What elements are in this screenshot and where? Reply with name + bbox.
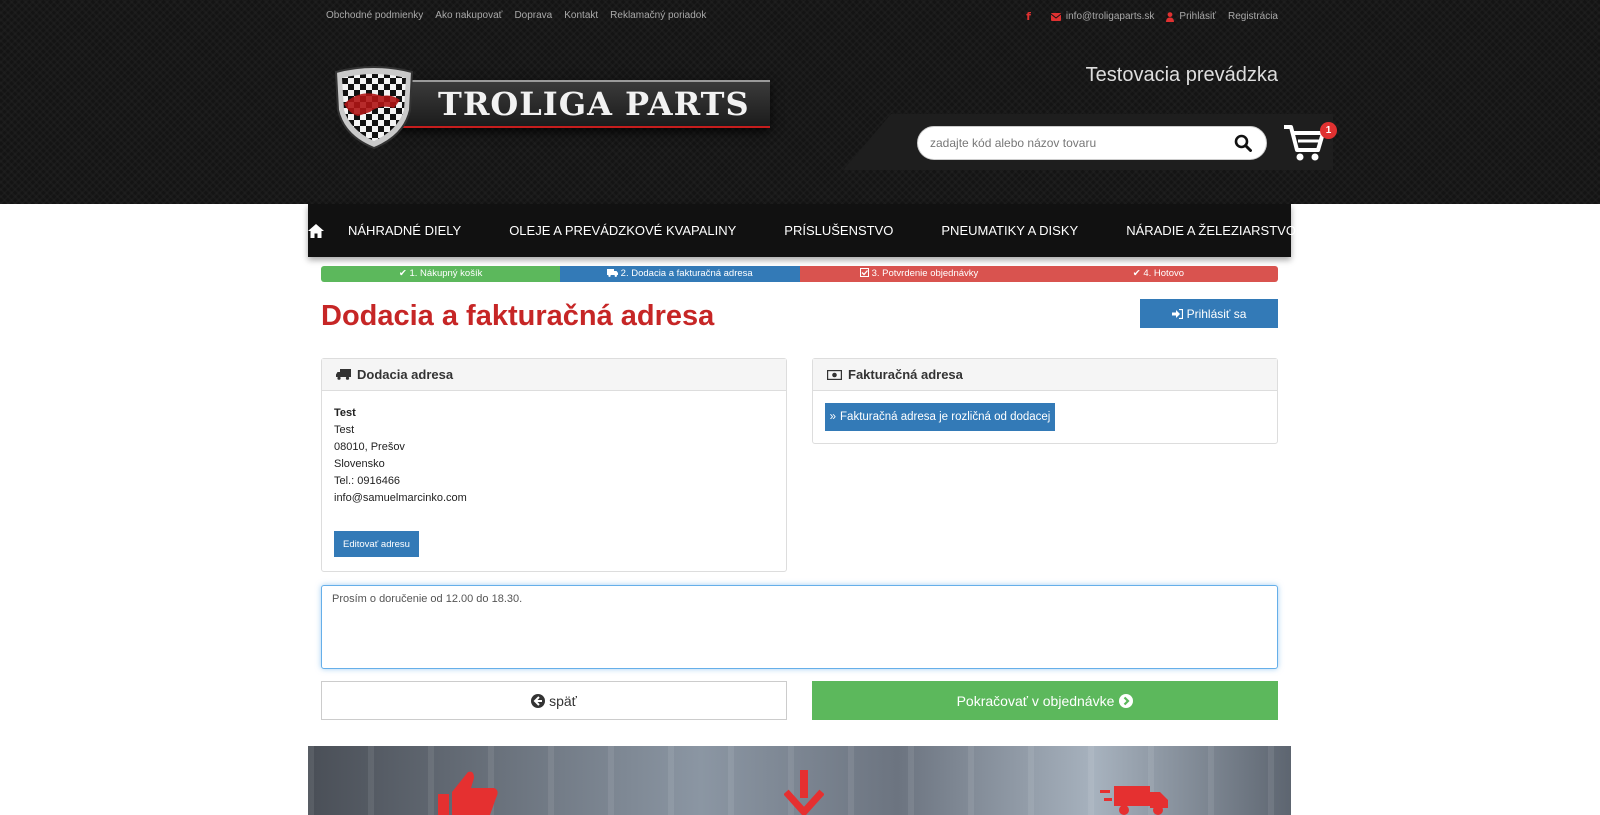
truck-icon (336, 369, 351, 380)
edit-address-button[interactable]: Editovať adresu (334, 531, 419, 557)
step-cart-label: 1. Nákupný košík (409, 268, 483, 279)
environment-label: Testovacia prevádzka (1085, 64, 1278, 86)
sign-in-icon (1171, 308, 1183, 319)
envelope-icon (1050, 12, 1061, 21)
page-title: Dodacia a fakturačná adresa (321, 300, 715, 332)
register-link[interactable]: Registrácia (1228, 11, 1278, 22)
bottom-banner (308, 746, 1291, 815)
login-button-label: Prihlásiť sa (1186, 306, 1247, 321)
search-bar (917, 126, 1267, 160)
nav-item-tires-wheels[interactable]: PNEUMATIKY A DISKY (917, 204, 1102, 257)
checkered-shield-icon (334, 66, 414, 150)
continue-order-button[interactable]: Pokračovať v objednávke (812, 681, 1278, 720)
different-billing-label: Fakturačná adresa je rozličná od dodacej (840, 411, 1051, 423)
delivery-panel-header: Dodacia adresa (322, 359, 786, 391)
different-billing-button[interactable]: » Fakturačná adresa je rozličná od dodac… (825, 403, 1055, 431)
step-address-label: 2. Dodacia a fakturačná adresa (620, 268, 753, 279)
back-button-label: späť (549, 692, 577, 709)
back-button[interactable]: späť (321, 681, 787, 720)
arrow-down-icon (784, 770, 824, 815)
main-nav: NÁHRADNÉ DIELY OLEJE A PREVÁDZKOVÉ KVAPA… (308, 204, 1296, 257)
nav-home[interactable] (308, 204, 324, 257)
thumbs-up-icon (438, 771, 498, 815)
step-done-label: 4. Hotovo (1143, 268, 1185, 279)
delivery-panel-title: Dodacia adresa (357, 367, 454, 382)
login-link[interactable]: Prihlásiť (1166, 11, 1216, 22)
home-icon (308, 223, 324, 238)
email-link-text: info@troligaparts.sk (1065, 11, 1155, 22)
delivery-truck-icon (1100, 786, 1168, 815)
checkout-progress: ✔ 1. Nákupný košík 2. Dodacia a fakturač… (321, 266, 1278, 282)
step-cart[interactable]: ✔ 1. Nákupný košík (321, 266, 561, 282)
site-header: Obchodné podmienky Ako nakupovať Doprava… (0, 0, 1600, 204)
nav-item-oils-fluids[interactable]: OLEJE A PREVÁDZKOVÉ KVAPALINY (485, 204, 760, 257)
user-icon (1166, 11, 1175, 22)
double-chevron-right-icon: » (829, 411, 837, 423)
step-confirm: 3. Potvrdenie objednávky (799, 266, 1039, 282)
delivery-country: Slovensko (334, 458, 385, 470)
billing-panel-header: Fakturačná adresa (813, 359, 1277, 391)
step-confirm-label: 3. Potvrdenie objednávky (871, 268, 979, 279)
facebook-icon[interactable]: f (1026, 10, 1031, 23)
chevron-circle-right-icon (1119, 693, 1134, 708)
top-right-links: f info@troligaparts.sk Prihlásiť Registr… (1026, 10, 1278, 23)
site-logo[interactable]: TROLIGA PARTS (330, 66, 770, 150)
order-note-textarea[interactable]: Prosím o doručenie od 12.00 do 18.30. (321, 585, 1278, 669)
nav-item-spare-parts[interactable]: NÁHRADNÉ DIELY (324, 204, 485, 257)
login-link-text: Prihlásiť (1179, 11, 1216, 22)
billing-panel-title: Fakturačná adresa (848, 367, 963, 382)
top-link-contact[interactable]: Kontakt (564, 10, 598, 21)
money-icon (827, 369, 842, 380)
delivery-name: Test (334, 407, 356, 419)
delivery-email: info@samuelmarcinko.com (334, 492, 467, 504)
top-link-shipping[interactable]: Doprava (514, 10, 552, 21)
truck-icon (607, 269, 619, 277)
step-done: ✔ 4. Hotovo (1038, 266, 1278, 282)
delivery-address-block: Test Test 08010, Prešov Slovensko Tel.: … (322, 391, 786, 507)
delivery-phone: Tel.: 0916466 (334, 475, 401, 487)
top-link-terms[interactable]: Obchodné podmienky (326, 10, 423, 21)
search-input[interactable] (930, 127, 1220, 159)
main-container: NÁHRADNÉ DIELY OLEJE A PREVÁDZKOVÉ KVAPA… (308, 204, 1296, 815)
nav-item-tools-hardware[interactable]: NÁRADIE A ŽELEZIARSTVO (1102, 204, 1320, 257)
step-address: 2. Dodacia a fakturačná adresa (560, 266, 800, 282)
continue-button-label: Pokračovať v objednávke (956, 692, 1115, 709)
nav-item-accessories[interactable]: PRÍSLUŠENSTVO (760, 204, 917, 257)
billing-address-panel: Fakturačná adresa » Fakturačná adresa je… (812, 358, 1278, 444)
delivery-street: Test (334, 424, 355, 436)
logo-text: TROLIGA PARTS (438, 85, 750, 123)
top-links: Obchodné podmienky Ako nakupovať Doprava… (326, 10, 706, 21)
check-square-icon (859, 268, 869, 277)
cart-count-badge: 1 (1320, 122, 1337, 139)
email-link[interactable]: info@troligaparts.sk (1050, 11, 1155, 22)
arrow-circle-left-icon (531, 693, 546, 708)
delivery-address-panel: Dodacia adresa Test Test 08010, Prešov S… (321, 358, 787, 572)
top-link-how-to-buy[interactable]: Ako nakupovať (435, 10, 502, 21)
delivery-city: 08010, Prešov (334, 441, 405, 453)
top-link-complaints[interactable]: Reklamačný poriadok (610, 10, 706, 21)
login-button[interactable]: Prihlásiť sa (1140, 299, 1278, 328)
search-icon[interactable] (1234, 134, 1252, 152)
